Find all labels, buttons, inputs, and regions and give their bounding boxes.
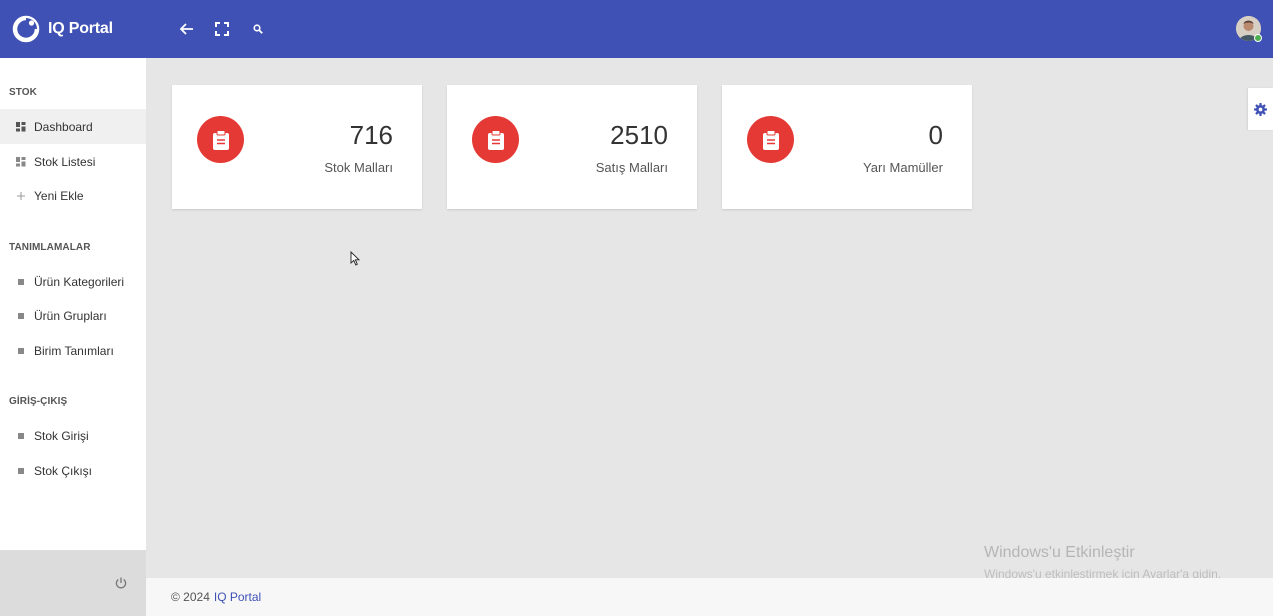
square-bullet-icon — [16, 277, 26, 287]
sidebar-item-stok-cikisi[interactable]: Stok Çıkışı — [0, 453, 146, 488]
clipboard-icon — [747, 116, 794, 163]
copyright-text: © 2024 — [171, 590, 210, 604]
square-bullet-icon — [16, 431, 26, 441]
clipboard-icon — [472, 116, 519, 163]
sidebar-section-tanimlamalar: TANIMLAMALAR — [9, 242, 91, 253]
logo-icon — [12, 15, 40, 43]
sidebar-item-label: Ürün Kategorileri — [34, 274, 125, 289]
windows-activation-title: Windows'u Etkinleştir — [984, 544, 1135, 561]
search-button[interactable] — [240, 11, 276, 47]
user-avatar[interactable] — [1236, 16, 1262, 42]
dashboard-icon — [16, 121, 26, 132]
brand[interactable]: IQ Portal — [0, 0, 146, 58]
app-title: IQ Portal — [48, 20, 113, 37]
square-bullet-icon — [16, 346, 26, 356]
settings-panel-toggle[interactable] — [1248, 88, 1273, 130]
sidebar-item-label: Stok Listesi — [34, 154, 96, 169]
stat-label: Satış Malları — [595, 160, 668, 175]
back-button[interactable] — [168, 11, 204, 47]
sidebar-item-label: Dashboard — [34, 119, 93, 134]
sidebar-item-label: Ürün Grupları — [34, 308, 107, 323]
stat-card-yari-mamuller[interactable]: 0 Yarı Mamüller — [722, 85, 972, 209]
sidebar-item-stok-listesi[interactable]: Stok Listesi — [0, 144, 146, 179]
sidebar-section-stok: STOK — [9, 87, 37, 98]
sidebar-item-label: Birim Tanımları — [34, 343, 114, 358]
fullscreen-button[interactable] — [204, 11, 240, 47]
stat-card-stok-mallari[interactable]: 716 Stok Malları — [172, 85, 422, 209]
clipboard-icon — [197, 116, 244, 163]
gear-icon — [1254, 102, 1267, 116]
sidebar-item-yeni-ekle[interactable]: Yeni Ekle — [0, 178, 146, 213]
stat-card-satis-mallari[interactable]: 2510 Satış Malları — [447, 85, 697, 209]
plus-icon — [16, 191, 26, 201]
fullscreen-icon — [215, 22, 229, 36]
dashboard-icon — [16, 156, 26, 167]
power-icon[interactable] — [114, 576, 128, 590]
online-status-dot — [1254, 34, 1262, 42]
sidebar-section-giris-cikis: GİRİŞ-ÇIKIŞ — [9, 396, 68, 407]
square-bullet-icon — [16, 466, 26, 476]
sidebar-item-dashboard[interactable]: Dashboard — [0, 109, 146, 144]
sidebar-item-birim-tanimlari[interactable]: Birim Tanımları — [0, 333, 146, 368]
sidebar-item-urun-gruplari[interactable]: Ürün Grupları — [0, 298, 146, 333]
mouse-cursor-icon — [350, 251, 360, 266]
search-icon — [253, 24, 263, 34]
stat-value: 0 — [928, 120, 943, 150]
stat-value: 2510 — [610, 120, 668, 150]
stat-label: Yarı Mamüller — [863, 160, 943, 175]
top-navbar: IQ Portal — [0, 0, 1273, 58]
footer-portal-link[interactable]: IQ Portal — [214, 590, 261, 604]
back-arrow-icon — [179, 23, 193, 35]
page-footer: © 2024 IQ Portal — [146, 578, 1273, 616]
stat-value: 716 — [349, 120, 393, 150]
sidebar-item-label: Stok Çıkışı — [34, 463, 93, 478]
sidebar-item-label: Stok Girişi — [34, 428, 89, 443]
sidebar-item-urun-kategorileri[interactable]: Ürün Kategorileri — [0, 264, 146, 299]
sidebar: STOK Dashboard Stok Listesi Yeni Ekle TA… — [0, 58, 146, 616]
sidebar-footer — [0, 550, 146, 616]
sidebar-item-stok-girisi[interactable]: Stok Girişi — [0, 418, 146, 453]
square-bullet-icon — [16, 311, 26, 321]
stat-label: Stok Malları — [324, 160, 393, 175]
sidebar-item-label: Yeni Ekle — [34, 188, 84, 203]
